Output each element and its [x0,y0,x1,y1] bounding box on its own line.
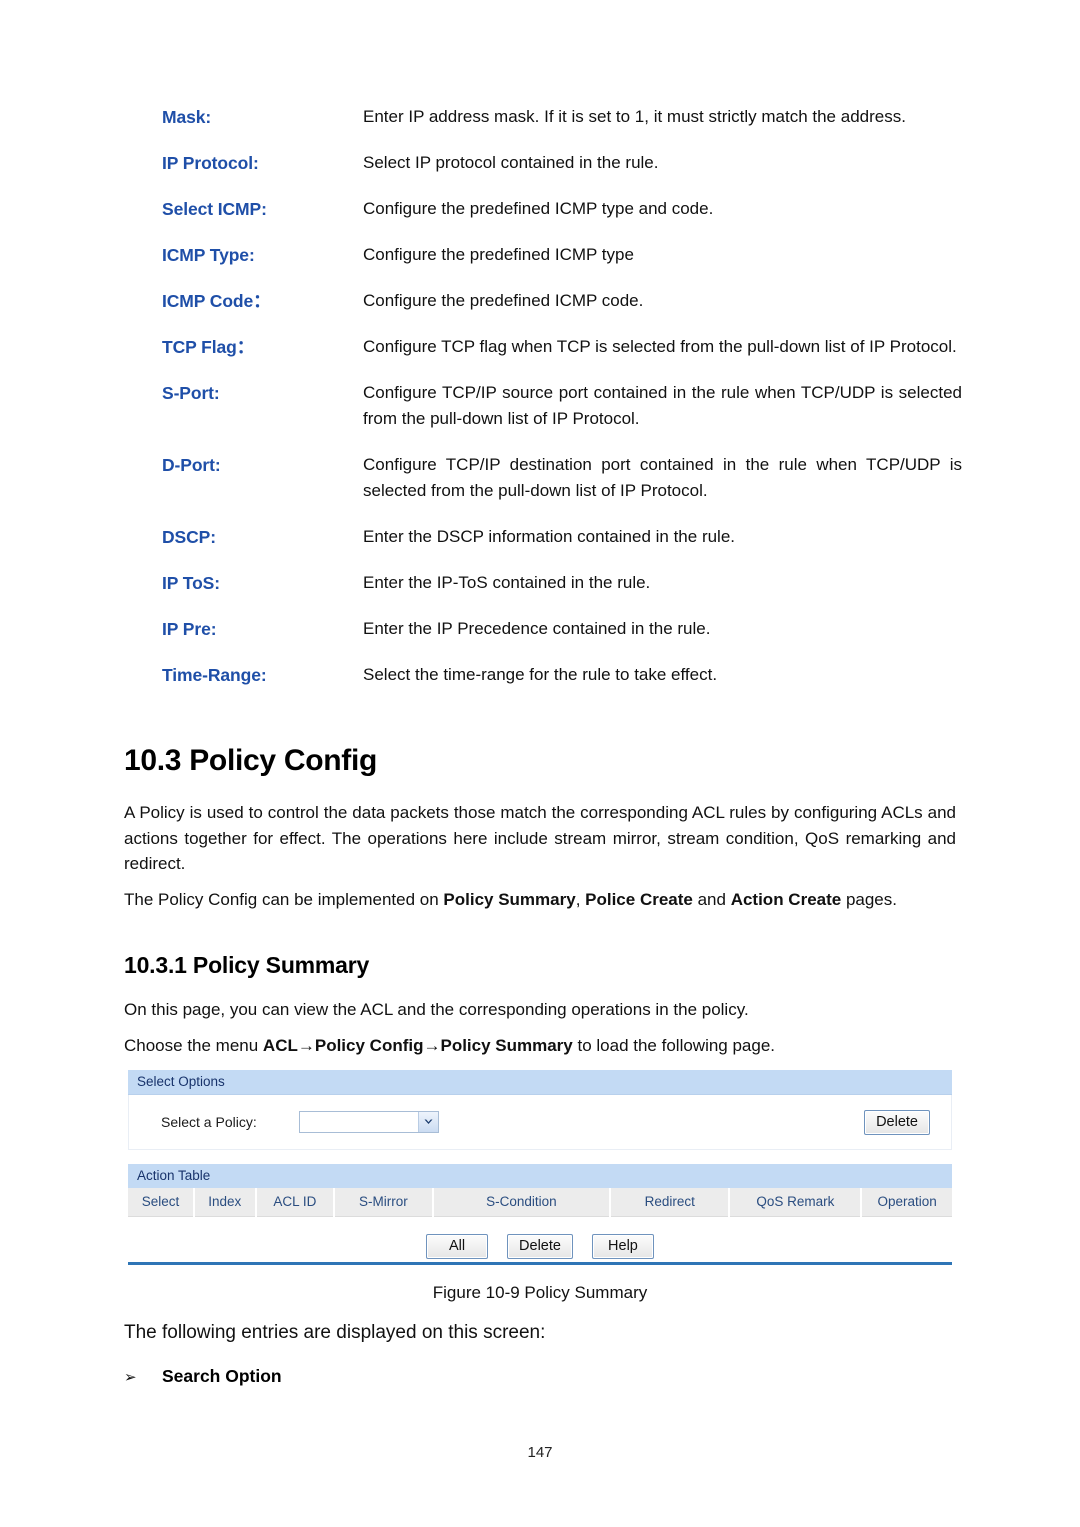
delete-button[interactable]: Delete [507,1233,573,1259]
select-options-panel-body: Select a Policy: Delete [128,1095,952,1150]
definition-row: Select ICMP: Configure the predefined IC… [162,196,962,222]
column-header-qos-remark[interactable]: QoS Remark [729,1188,863,1217]
definition-row: TCP Flag： Configure TCP flag when TCP is… [162,334,962,360]
document-page: Mask: Enter IP address mask. If it is se… [0,0,1080,1527]
policy-summary-ui-figure: Select Options Select a Policy: Delete A… [128,1070,952,1301]
menu-path-breadcrumb: ACL→Policy Config→Policy Summary [262,1036,573,1055]
select-policy-label: Select a Policy: [161,1114,257,1130]
definition-description: Configure TCP flag when TCP is selected … [363,337,957,356]
definition-row: D-Port: Configure TCP/IP destination por… [162,452,962,504]
definition-term: IP Pre: [162,619,217,639]
definition-row: IP Pre: Enter the IP Precedence containe… [162,616,962,642]
definition-term: S-Port: [162,383,220,403]
definition-term: ICMP Code： [162,291,271,311]
column-header-operation[interactable]: Operation [861,1188,952,1217]
definition-row: ICMP Type: Configure the predefined ICMP… [162,242,962,268]
pages-sep-2: and [692,890,731,909]
all-button[interactable]: All [426,1233,489,1259]
definition-term: D-Port: [162,455,221,475]
select-policy-row: Select a Policy: Delete [129,1095,951,1149]
definition-description: Configure TCP/IP source port contained i… [363,383,962,428]
search-option-label: Search Option [162,1366,282,1386]
column-header-acl-id[interactable]: ACL ID [255,1188,335,1217]
definition-term: IP ToS: [162,573,220,593]
definition-row: S-Port: Configure TCP/IP source port con… [162,380,962,432]
field-definition-list: Mask: Enter IP address mask. If it is se… [162,104,962,688]
pages-bold-action-create: Action Create [730,890,842,909]
pages-prefix: The Policy Config can be implemented on [124,890,444,909]
action-table-header-row: Select Index ACL ID S-Mirror S-Condition… [128,1188,952,1217]
choose-suffix: to load the following page. [572,1036,776,1055]
section-pages-paragraph: The Policy Config can be implemented on … [124,887,956,913]
column-header-redirect[interactable]: Redirect [610,1188,731,1217]
action-table-panel-title: Action Table [128,1164,952,1188]
figure-divider-rule [128,1262,952,1265]
definition-description: Select the time-range for the rule to ta… [363,665,718,684]
column-header-s-condition[interactable]: S-Condition [432,1188,612,1217]
pages-bold-policy-summary: Policy Summary [443,890,576,909]
select-options-panel-title: Select Options [128,1070,952,1095]
pages-suffix: pages. [841,890,897,909]
definition-term: DSCP: [162,527,216,547]
menu-path-paragraph: Choose the menu ACL→Policy Config→Policy… [124,1033,956,1059]
panel-gap [128,1150,952,1164]
section-heading: 10.3 Policy Config [124,744,377,777]
section-intro-paragraph: A Policy is used to control the data pac… [124,803,956,873]
definition-term: Select ICMP: [162,199,267,219]
definition-term: IP Protocol: [162,153,259,173]
definition-description: Configure TCP/IP destination port contai… [363,455,962,500]
subsection-heading: 10.3.1 Policy Summary [124,952,370,978]
page-number: 147 [527,1444,553,1461]
definition-term: TCP Flag： [162,337,255,357]
action-table: Select Index ACL ID S-Mirror S-Condition… [128,1188,952,1217]
definition-description: Configure the predefined ICMP code. [363,291,644,310]
definition-row: IP Protocol: Select IP protocol containe… [162,150,962,176]
definition-description: Enter the IP Precedence contained in the… [363,619,711,638]
subsection-intro-paragraph: On this page, you can view the ACL and t… [124,1000,749,1019]
definition-row: ICMP Code： Configure the predefined ICMP… [162,288,962,314]
help-button[interactable]: Help [591,1233,654,1259]
figure-caption: Figure 10-9 Policy Summary [432,1283,648,1302]
arrow-bullet-icon: ➢ [124,1369,137,1386]
definition-term: Mask: [162,107,212,127]
definition-description: Enter the IP-ToS contained in the rule. [363,573,651,592]
choose-prefix: Choose the menu [124,1036,263,1055]
definition-description: Enter the DSCP information contained in … [363,527,736,546]
definition-row: Time-Range: Select the time-range for th… [162,662,962,688]
chevron-down-icon[interactable] [418,1112,438,1132]
select-policy-dropdown[interactable] [299,1111,439,1133]
definition-row: Mask: Enter IP address mask. If it is se… [162,104,962,130]
pages-sep-1: , [575,890,586,909]
pages-bold-police-create: Police Create [585,890,693,909]
definition-row: DSCP: Enter the DSCP information contain… [162,524,962,550]
definition-term: Time-Range: [162,665,267,685]
definition-term: ICMP Type: [162,245,255,265]
definition-row: IP ToS: Enter the IP-ToS contained in th… [162,570,962,596]
action-button-row: All Delete Help [128,1217,952,1275]
delete-policy-button[interactable]: Delete [864,1109,930,1135]
column-header-s-mirror[interactable]: S-Mirror [333,1188,434,1217]
column-header-index[interactable]: Index [193,1188,257,1217]
search-option-bullet: ➢ Search Option [124,1366,282,1387]
definition-description: Configure the predefined ICMP type [363,245,634,264]
definition-description: Configure the predefined ICMP type and c… [363,199,714,218]
definition-description: Enter IP address mask. If it is set to 1… [363,107,906,126]
definition-description: Select IP protocol contained in the rule… [363,153,659,172]
column-header-select[interactable]: Select [128,1188,195,1217]
following-entries-text: The following entries are displayed on t… [124,1322,546,1343]
